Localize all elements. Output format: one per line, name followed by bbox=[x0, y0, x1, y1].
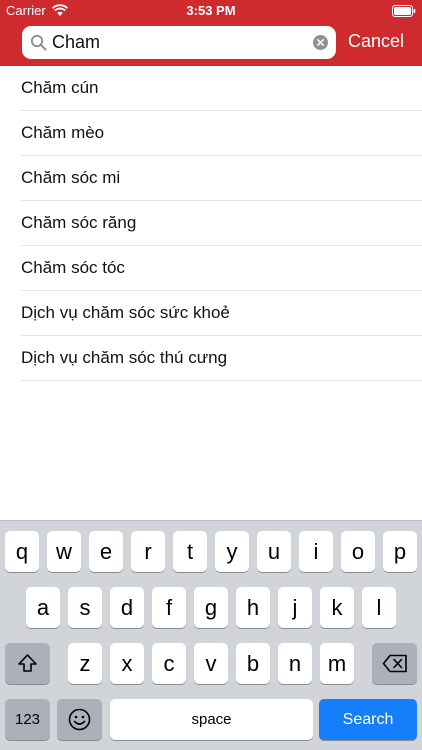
key-s[interactable]: s bbox=[68, 587, 102, 628]
key-f[interactable]: f bbox=[152, 587, 186, 628]
key-i[interactable]: i bbox=[299, 531, 333, 572]
key-j[interactable]: j bbox=[278, 587, 312, 628]
list-item-label: Chăm cún bbox=[21, 78, 99, 97]
divider bbox=[21, 380, 422, 381]
key-l[interactable]: l bbox=[362, 587, 396, 628]
key-d[interactable]: d bbox=[110, 587, 144, 628]
search-input[interactable]: Cham bbox=[22, 26, 336, 59]
list-item[interactable]: Chăm sóc mi bbox=[0, 156, 422, 201]
key-h[interactable]: h bbox=[236, 587, 270, 628]
key-n[interactable]: n bbox=[278, 643, 312, 684]
space-key[interactable]: space bbox=[110, 699, 313, 740]
header-bar: Carrier 3:53 PM Cham Cancel bbox=[0, 0, 422, 66]
shift-key[interactable] bbox=[5, 643, 50, 684]
battery-icon bbox=[392, 5, 416, 17]
emoji-key[interactable] bbox=[57, 699, 102, 740]
list-item[interactable]: Chăm mèo bbox=[0, 111, 422, 156]
key-k[interactable]: k bbox=[320, 587, 354, 628]
delete-icon bbox=[382, 654, 407, 673]
list-item-label: Chăm sóc mi bbox=[21, 168, 121, 187]
clock: 3:53 PM bbox=[186, 3, 236, 18]
key-y[interactable]: y bbox=[215, 531, 249, 572]
list-item[interactable]: Chăm sóc răng bbox=[0, 201, 422, 246]
list-item-label: Dịch vụ chăm sóc thú cưng bbox=[21, 348, 228, 367]
results-list: Chăm cún Chăm mèo Chăm sóc mi Chăm sóc r… bbox=[0, 66, 422, 381]
key-z[interactable]: z bbox=[68, 643, 102, 684]
search-key[interactable]: Search bbox=[319, 699, 417, 740]
key-p[interactable]: p bbox=[383, 531, 417, 572]
search-icon bbox=[30, 34, 47, 51]
list-item-label: Dịch vụ chăm sóc sức khoẻ bbox=[21, 303, 230, 322]
list-item[interactable]: Dịch vụ chăm sóc sức khoẻ bbox=[0, 291, 422, 336]
emoji-icon bbox=[68, 708, 91, 731]
list-item[interactable]: Chăm cún bbox=[0, 66, 422, 111]
search-query-text[interactable]: Cham bbox=[52, 32, 100, 53]
key-b[interactable]: b bbox=[236, 643, 270, 684]
key-u[interactable]: u bbox=[257, 531, 291, 572]
list-item[interactable]: Dịch vụ chăm sóc thú cưng bbox=[0, 336, 422, 381]
key-o[interactable]: o bbox=[341, 531, 375, 572]
delete-key[interactable] bbox=[372, 643, 417, 684]
key-x[interactable]: x bbox=[110, 643, 144, 684]
clear-search-icon[interactable] bbox=[313, 35, 328, 50]
key-g[interactable]: g bbox=[194, 587, 228, 628]
key-a[interactable]: a bbox=[26, 587, 60, 628]
list-item[interactable]: Chăm sóc tóc bbox=[0, 246, 422, 291]
key-r[interactable]: r bbox=[131, 531, 165, 572]
key-e[interactable]: e bbox=[89, 531, 123, 572]
list-item-label: Chăm sóc răng bbox=[21, 213, 137, 232]
key-m[interactable]: m bbox=[320, 643, 354, 684]
keyboard: q w e r t y u i o p a s d f g h j k l z … bbox=[0, 520, 422, 750]
list-item-label: Chăm sóc tóc bbox=[21, 258, 125, 277]
key-q[interactable]: q bbox=[5, 531, 39, 572]
numbers-key[interactable]: 123 bbox=[5, 699, 50, 740]
key-v[interactable]: v bbox=[194, 643, 228, 684]
key-w[interactable]: w bbox=[47, 531, 81, 572]
cancel-button[interactable]: Cancel bbox=[348, 31, 404, 52]
key-t[interactable]: t bbox=[173, 531, 207, 572]
key-c[interactable]: c bbox=[152, 643, 186, 684]
status-bar: Carrier 3:53 PM bbox=[0, 0, 422, 22]
shift-icon bbox=[18, 654, 37, 672]
list-item-label: Chăm mèo bbox=[21, 123, 105, 142]
